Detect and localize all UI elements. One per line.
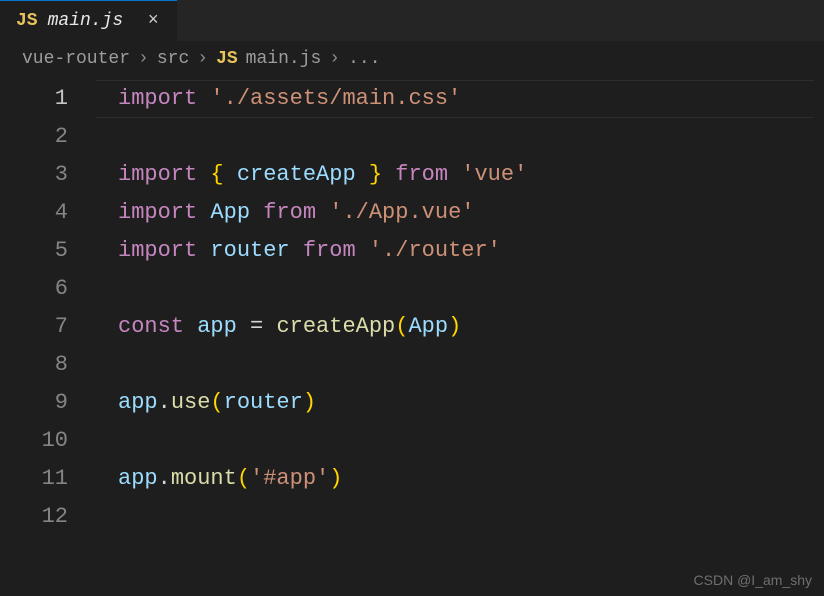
line-number: 12 (0, 498, 96, 536)
breadcrumb-item[interactable]: vue-router (22, 49, 130, 69)
code-line[interactable]: app.mount('#app') (118, 460, 824, 498)
watermark: CSDN @I_am_shy (694, 572, 812, 588)
code-line[interactable]: import './assets/main.css' (118, 80, 824, 118)
code-line[interactable] (118, 270, 824, 308)
editor[interactable]: 123456789101112 import './assets/main.cs… (0, 76, 824, 536)
line-number: 9 (0, 384, 96, 422)
code-line[interactable] (118, 118, 824, 156)
line-number: 8 (0, 346, 96, 384)
close-icon[interactable]: × (143, 11, 163, 31)
code-line[interactable] (118, 422, 824, 460)
breadcrumb[interactable]: vue-router › src › JS main.js › ... (0, 42, 824, 76)
line-number: 11 (0, 460, 96, 498)
code-line[interactable] (118, 498, 824, 536)
code-line[interactable] (118, 346, 824, 384)
line-gutter: 123456789101112 (0, 80, 96, 536)
code-line[interactable]: app.use(router) (118, 384, 824, 422)
chevron-right-icon: › (329, 49, 340, 69)
code-line[interactable]: const app = createApp(App) (118, 308, 824, 346)
line-number: 7 (0, 308, 96, 346)
code-area[interactable]: import './assets/main.css' import { creat… (96, 80, 824, 536)
line-number: 6 (0, 270, 96, 308)
breadcrumb-tail[interactable]: ... (348, 49, 380, 69)
code-line[interactable]: import App from './App.vue' (118, 194, 824, 232)
line-number: 1 (0, 80, 96, 118)
line-number: 3 (0, 156, 96, 194)
code-line[interactable]: import { createApp } from 'vue' (118, 156, 824, 194)
line-number: 2 (0, 118, 96, 156)
tab-bar: JS main.js × (0, 0, 824, 42)
chevron-right-icon: › (138, 49, 149, 69)
line-number: 4 (0, 194, 96, 232)
tab-label: main.js (48, 11, 124, 31)
breadcrumb-item[interactable]: src (157, 49, 189, 69)
breadcrumb-file[interactable]: main.js (246, 49, 322, 69)
js-icon: JS (16, 11, 38, 31)
code-line[interactable]: import router from './router' (118, 232, 824, 270)
tab-main-js[interactable]: JS main.js × (0, 0, 177, 41)
chevron-right-icon: › (197, 49, 208, 69)
js-icon: JS (216, 49, 238, 69)
line-number: 5 (0, 232, 96, 270)
line-number: 10 (0, 422, 96, 460)
